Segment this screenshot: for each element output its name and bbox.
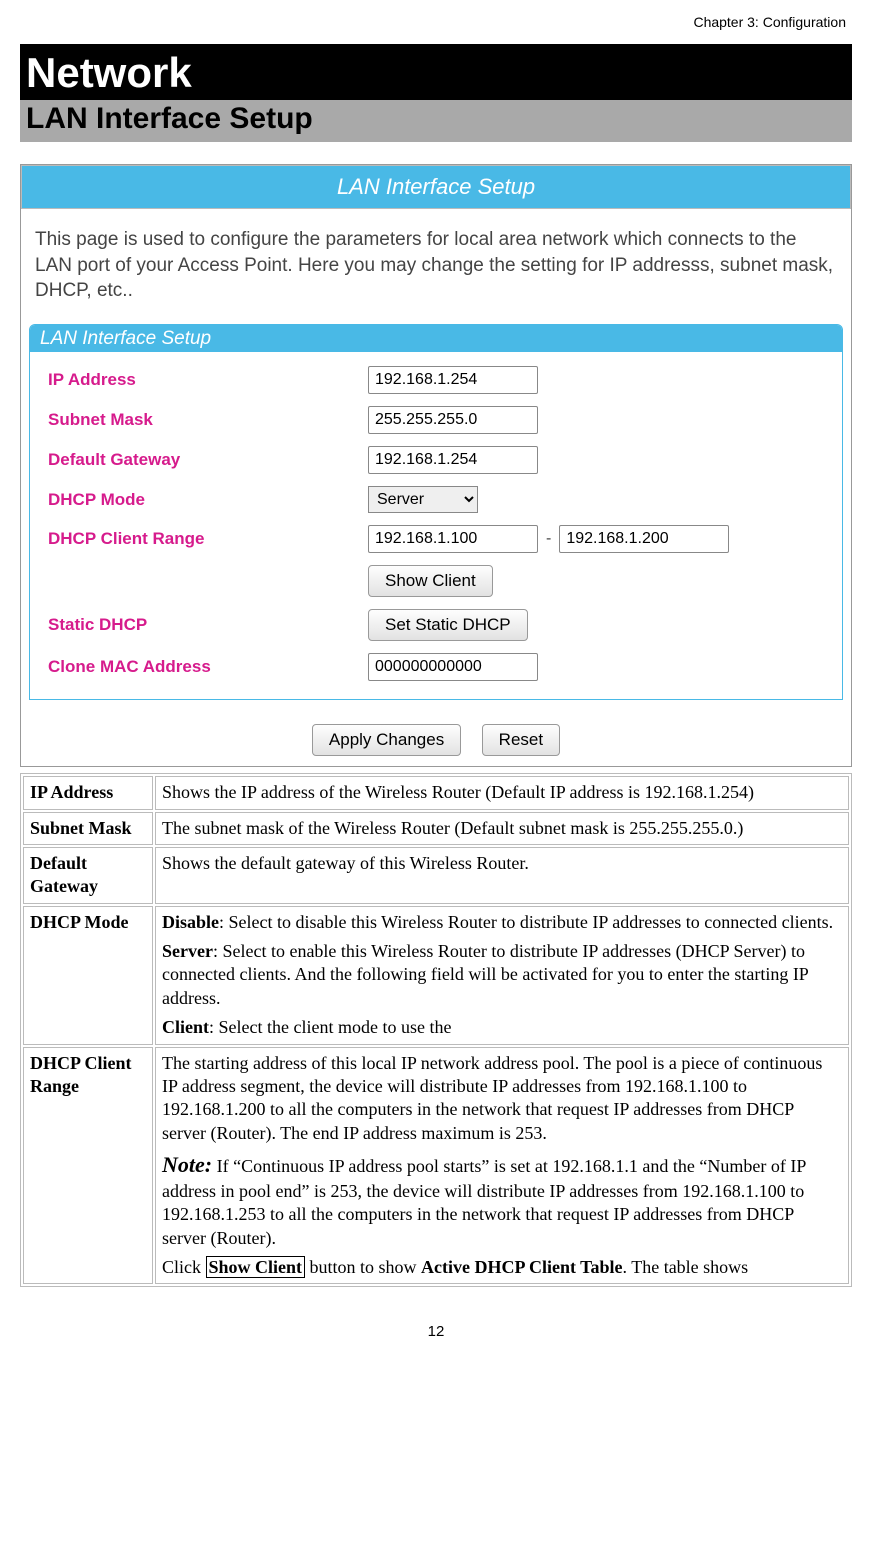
- definitions-table: IP Address Shows the IP address of the W…: [20, 773, 852, 1287]
- lan-setup-panel: LAN Interface Setup IP Address Subnet Ma…: [29, 324, 843, 700]
- def-text-mask: The subnet mask of the Wireless Router (…: [155, 812, 849, 845]
- def-text-gw: Shows the default gateway of this Wirele…: [155, 847, 849, 904]
- label-default-gateway: Default Gateway: [48, 450, 368, 470]
- reset-button[interactable]: Reset: [482, 724, 560, 756]
- set-static-dhcp-button[interactable]: Set Static DHCP: [368, 609, 528, 641]
- chapter-header: Chapter 3: Configuration: [20, 10, 852, 44]
- def-text-range: The starting address of this local IP ne…: [155, 1047, 849, 1285]
- subnet-mask-input[interactable]: [368, 406, 538, 434]
- table-row: IP Address Shows the IP address of the W…: [23, 776, 849, 809]
- clone-mac-input[interactable]: [368, 653, 538, 681]
- page-number: 12: [20, 1287, 852, 1340]
- def-key-range: DHCP Client Range: [23, 1047, 153, 1285]
- panel-title: LAN Interface Setup: [30, 325, 842, 352]
- screenshot-title-bar: LAN Interface Setup: [21, 165, 851, 209]
- row-static-dhcp: Static DHCP Set Static DHCP: [48, 603, 830, 647]
- label-dhcp-mode: DHCP Mode: [48, 490, 368, 510]
- screenshot-region: LAN Interface Setup This page is used to…: [20, 164, 852, 767]
- table-row: DHCP Mode Disable: Select to disable thi…: [23, 906, 849, 1045]
- action-buttons: Apply Changes Reset: [21, 710, 851, 766]
- table-row: Default Gateway Shows the default gatewa…: [23, 847, 849, 904]
- row-dhcp-range: DHCP Client Range -: [48, 519, 830, 559]
- table-row: DHCP Client Range The starting address o…: [23, 1047, 849, 1285]
- apply-changes-button[interactable]: Apply Changes: [312, 724, 461, 756]
- dhcp-range-start-input[interactable]: [368, 525, 538, 553]
- subsection-title: LAN Interface Setup: [20, 100, 852, 142]
- label-static-dhcp: Static DHCP: [48, 615, 368, 635]
- row-show-client: Show Client: [48, 559, 830, 603]
- def-key-gw: Default Gateway: [23, 847, 153, 904]
- label-clone-mac: Clone MAC Address: [48, 657, 368, 677]
- label-dhcp-range: DHCP Client Range: [48, 529, 368, 549]
- label-subnet-mask: Subnet Mask: [48, 410, 368, 430]
- default-gateway-input[interactable]: [368, 446, 538, 474]
- def-key-mode: DHCP Mode: [23, 906, 153, 1045]
- dhcp-mode-select[interactable]: Server: [368, 486, 478, 513]
- def-key-ip: IP Address: [23, 776, 153, 809]
- label-ip-address: IP Address: [48, 370, 368, 390]
- def-text-mode: Disable: Select to disable this Wireless…: [155, 906, 849, 1045]
- row-default-gateway: Default Gateway: [48, 440, 830, 480]
- def-key-mask: Subnet Mask: [23, 812, 153, 845]
- ip-address-input[interactable]: [368, 366, 538, 394]
- dhcp-range-end-input[interactable]: [559, 525, 729, 553]
- row-dhcp-mode: DHCP Mode Server: [48, 480, 830, 519]
- section-title: Network: [20, 44, 852, 100]
- row-subnet-mask: Subnet Mask: [48, 400, 830, 440]
- screenshot-intro: This page is used to configure the param…: [21, 209, 851, 324]
- range-separator: -: [546, 530, 551, 548]
- show-client-button[interactable]: Show Client: [368, 565, 493, 597]
- table-row: Subnet Mask The subnet mask of the Wirel…: [23, 812, 849, 845]
- def-text-ip: Shows the IP address of the Wireless Rou…: [155, 776, 849, 809]
- form-area: IP Address Subnet Mask Default Gateway D…: [30, 352, 842, 699]
- row-clone-mac: Clone MAC Address: [48, 647, 830, 687]
- row-ip-address: IP Address: [48, 360, 830, 400]
